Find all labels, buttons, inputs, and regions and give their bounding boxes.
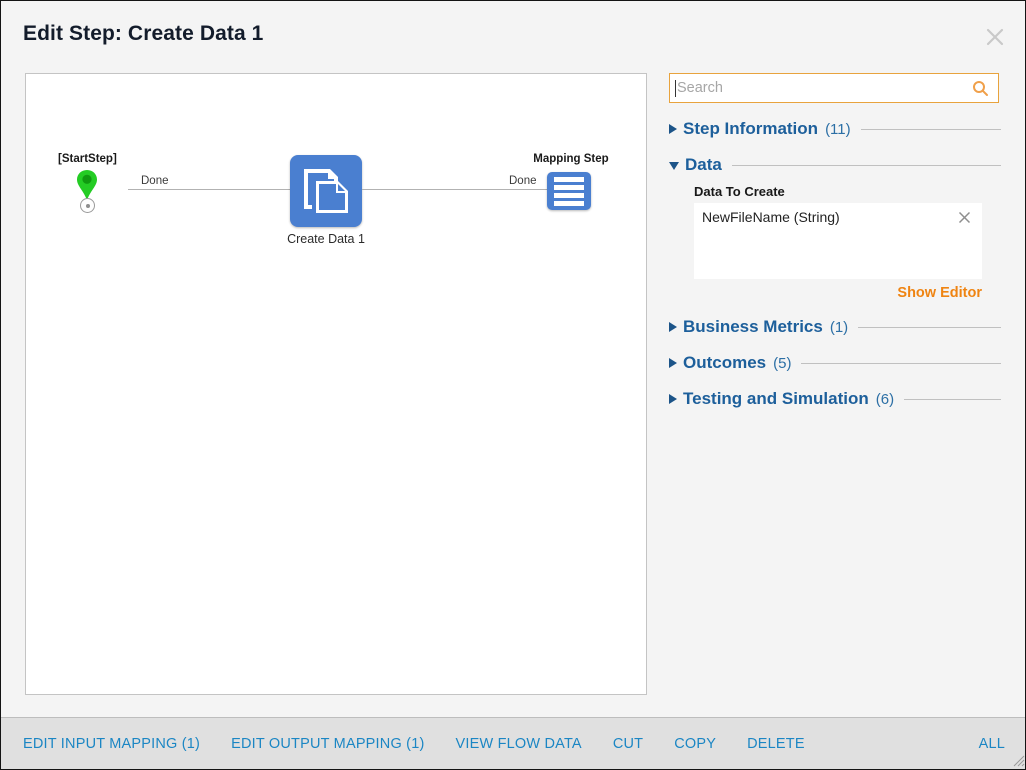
section-rule [801,362,1001,364]
section-rule [904,398,1001,400]
resize-grip-icon[interactable] [1011,753,1025,767]
dialog-header: Edit Step: Create Data 1 [1,1,1025,59]
show-editor-link[interactable]: Show Editor [669,285,982,301]
view-flow-data-button[interactable]: VIEW FLOW DATA [455,736,581,752]
section-business-metrics[interactable]: Business Metrics (1) [669,317,1003,337]
section-data[interactable]: Data [669,155,1003,175]
section-title: Data [685,155,722,174]
data-to-create-label: Data To Create [694,184,785,199]
list-item[interactable]: NewFileName (String) [694,203,982,225]
connector-label-done-1: Done [138,175,172,187]
chevron-down-icon [669,162,679,170]
dialog-footer: EDIT INPUT MAPPING (1) EDIT OUTPUT MAPPI… [1,717,1025,769]
close-icon[interactable] [981,23,1009,51]
section-outcomes[interactable]: Outcomes (5) [669,353,1003,373]
list-item-label: NewFileName (String) [702,209,840,225]
cut-button[interactable]: CUT [613,736,643,752]
section-count: (6) [875,390,895,408]
create-data-icon[interactable] [290,155,362,227]
copy-button[interactable]: COPY [674,736,716,752]
section-title: Testing and Simulation [683,389,869,408]
search-input[interactable] [670,75,963,101]
section-count: (1) [829,318,849,336]
section-step-information[interactable]: Step Information (11) [669,119,1003,139]
chevron-right-icon [669,358,677,368]
chevron-right-icon [669,322,677,332]
close-icon[interactable] [957,210,972,225]
section-title: Business Metrics [683,317,823,336]
flow-canvas[interactable]: [StartStep] Done Create Data 1 Done Mapp… [25,73,647,695]
chevron-right-icon [669,394,677,404]
connector-create-to-mapping[interactable] [362,189,547,190]
section-rule [858,326,1001,328]
mapping-step-label: Mapping Step [533,153,609,165]
page-title: Edit Step: Create Data 1 [23,22,264,45]
section-count: (11) [825,120,851,138]
properties-panel: Step Information (11) Data Data To Creat… [669,73,1003,409]
all-button[interactable]: ALL [979,736,1005,752]
delete-button[interactable]: DELETE [747,736,805,752]
connector-label-done-2: Done [506,175,540,187]
mapping-step-icon[interactable] [547,172,591,210]
section-rule [860,128,1001,130]
connector-start-to-create[interactable] [128,189,290,190]
edit-step-dialog: Edit Step: Create Data 1 [StartStep] Don… [0,0,1026,770]
search-box[interactable] [669,73,999,103]
create-data-label: Create Data 1 [287,232,365,246]
search-icon[interactable] [972,80,989,97]
section-rule [731,164,1001,166]
section-title: Outcomes [683,353,767,372]
start-step-anchor[interactable] [80,198,95,213]
search-caret [675,80,676,97]
edit-input-mapping-button[interactable]: EDIT INPUT MAPPING (1) [23,736,200,752]
section-title: Step Information [683,119,819,138]
start-step-label: [StartStep] [58,153,117,165]
data-to-create-list[interactable]: NewFileName (String) [694,203,982,279]
edit-output-mapping-button[interactable]: EDIT OUTPUT MAPPING (1) [231,736,424,752]
section-count: (5) [773,354,792,372]
section-testing-and-simulation[interactable]: Testing and Simulation (6) [669,389,1003,409]
chevron-right-icon [669,124,677,134]
